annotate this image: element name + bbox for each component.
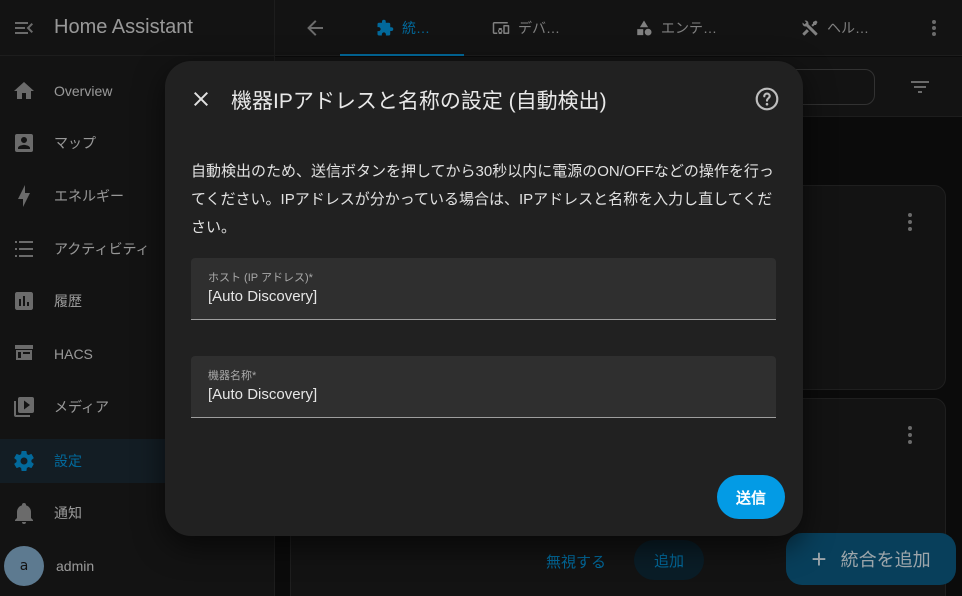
host-field-label: ホスト (IP アドレス)* — [208, 272, 313, 284]
dialog-title: 機器IPアドレスと名称の設定 (自動検出) — [231, 90, 607, 113]
host-input[interactable] — [208, 285, 758, 307]
help-circle-icon[interactable] — [754, 86, 780, 112]
name-field-label: 機器名称* — [208, 370, 257, 382]
config-dialog: 機器IPアドレスと名称の設定 (自動検出) 自動検出のため、送信ボタンを押してか… — [165, 61, 803, 536]
dialog-description: 自動検出のため、送信ボタンを押してから30秒以内に電源のON/OFFなどの操作を… — [191, 163, 774, 236]
name-input[interactable] — [208, 383, 758, 405]
host-field[interactable]: ホスト (IP アドレス)* — [191, 258, 776, 320]
name-field[interactable]: 機器名称* — [191, 356, 776, 418]
close-icon[interactable] — [189, 87, 213, 111]
submit-button[interactable]: 送信 — [717, 475, 785, 519]
